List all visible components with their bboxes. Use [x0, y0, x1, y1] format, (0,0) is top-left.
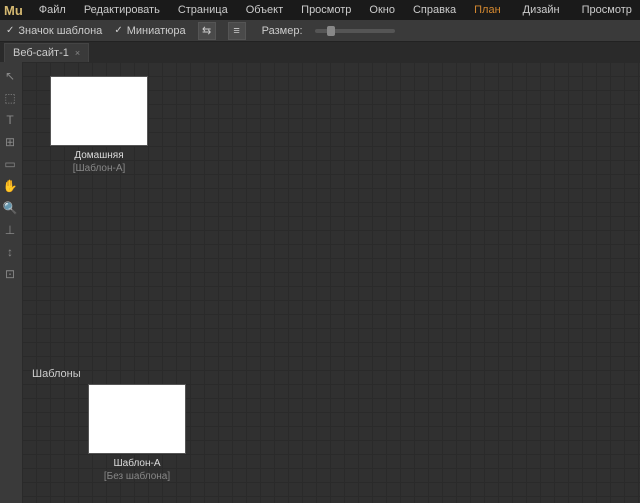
menu-file[interactable]: Файл — [31, 2, 74, 18]
template-thumbnail-a[interactable]: Шаблон-A [Без шаблона] — [88, 384, 186, 482]
checkbox-label: Миниатюра — [127, 25, 186, 37]
menu-help[interactable]: Справка — [405, 2, 464, 18]
tool-zoom[interactable]: 🔍 — [0, 198, 20, 218]
template-sub-label: [Без шаблона] — [88, 471, 186, 482]
tool-hand[interactable]: ✋ — [0, 176, 20, 196]
tool-resize[interactable]: ↕ — [0, 242, 20, 262]
page-template-label: [Шаблон-A] — [50, 163, 148, 174]
tool-frame[interactable]: ⊞ — [0, 132, 20, 152]
checkbox-template-icon[interactable]: Значок шаблона — [6, 25, 102, 37]
size-label: Размер: — [262, 25, 303, 37]
slider-thumb[interactable] — [327, 26, 335, 36]
tool-rect[interactable]: ▭ — [0, 154, 20, 174]
template-label: Шаблон-A — [88, 458, 186, 469]
mode-preview[interactable]: Просмотр — [572, 2, 640, 18]
menu-window[interactable]: Окно — [361, 2, 403, 18]
page-label: Домашняя — [50, 150, 148, 161]
checkbox-label: Значок шаблона — [18, 25, 102, 37]
menu-edit[interactable]: Редактировать — [76, 2, 168, 18]
layout-vertical-icon[interactable]: ≡ — [228, 22, 246, 40]
size-slider[interactable] — [315, 29, 395, 33]
plan-canvas[interactable]: Домашняя [Шаблон-A] Шаблоны Шаблон-A [Бе… — [22, 62, 640, 503]
menu-page[interactable]: Страница — [170, 2, 236, 18]
tool-grid[interactable]: ⊡ — [0, 264, 20, 284]
app-logo: Mu — [4, 3, 23, 18]
close-tab-icon[interactable]: × — [75, 48, 80, 58]
tool-crop[interactable]: ⬚ — [0, 88, 20, 108]
mode-plan[interactable]: План — [464, 2, 511, 18]
templates-section-label: Шаблоны — [32, 368, 81, 380]
tool-text[interactable]: T — [0, 110, 20, 130]
document-tab[interactable]: Веб-сайт-1 × — [4, 43, 89, 62]
checkbox-thumbnail[interactable]: Миниатюра — [114, 25, 185, 37]
document-tab-label: Веб-сайт-1 — [13, 47, 69, 59]
tools-sidebar: ↖ ⬚ T ⊞ ▭ ✋ 🔍 ⊥ ↕ ⊡ — [0, 62, 22, 503]
page-thumbnail-home[interactable]: Домашняя [Шаблон-A] — [50, 76, 148, 174]
main-menu: Файл Редактировать Страница Объект Просм… — [31, 2, 464, 18]
mode-design[interactable]: Дизайн — [513, 2, 570, 18]
mode-tabs: План Дизайн Просмотр — [464, 2, 640, 18]
tool-select[interactable]: ↖ — [0, 66, 20, 86]
layout-horizontal-icon[interactable]: ⇆ — [198, 22, 216, 40]
template-preview — [88, 384, 186, 454]
menu-view[interactable]: Просмотр — [293, 2, 359, 18]
page-preview — [50, 76, 148, 146]
tool-anchor[interactable]: ⊥ — [0, 220, 20, 240]
menu-object[interactable]: Объект — [238, 2, 291, 18]
